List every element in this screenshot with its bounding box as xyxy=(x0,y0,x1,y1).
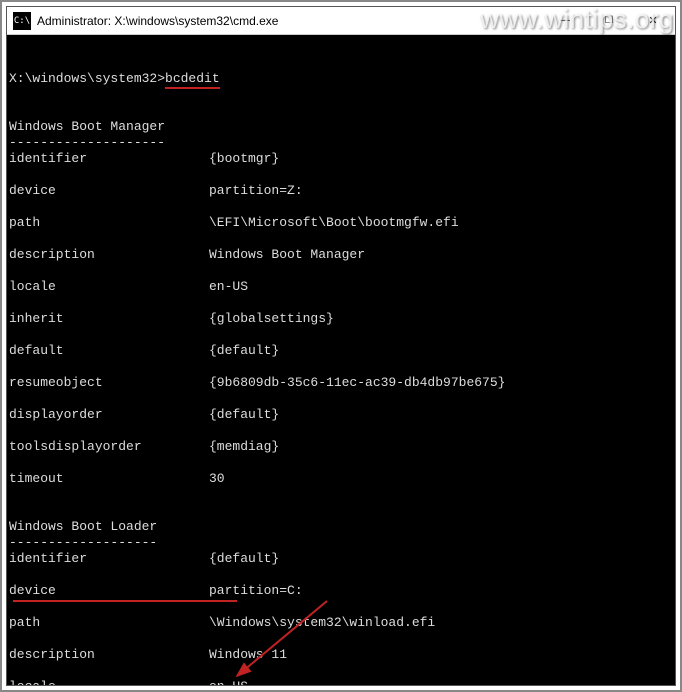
maximize-button[interactable] xyxy=(587,7,631,34)
terminal-output[interactable]: X:\windows\system32>bcdedit Windows Boot… xyxy=(7,35,675,685)
prompt-path: X:\windows\system32> xyxy=(9,71,165,86)
blank-line xyxy=(9,55,17,70)
kv-row: path\EFI\Microsoft\Boot\bootmgfw.efi xyxy=(9,215,673,231)
annotation-line xyxy=(13,600,237,602)
kv-row: localeen-US xyxy=(9,679,673,685)
section-divider: -------------------- xyxy=(9,135,165,150)
section-divider: ------------------- xyxy=(9,535,157,550)
titlebar: C:\ Administrator: X:\windows\system32\c… xyxy=(7,7,675,35)
kv-row: inherit{globalsettings} xyxy=(9,311,673,327)
kv-row: resumeobject{9b6809db-35c6-11ec-ac39-db4… xyxy=(9,375,673,391)
kv-row: identifier{bootmgr} xyxy=(9,151,673,167)
kv-row: devicepartition=Z: xyxy=(9,183,673,199)
kv-row: toolsdisplayorder{memdiag} xyxy=(9,439,673,455)
close-button[interactable] xyxy=(631,7,675,34)
blank-line xyxy=(9,103,17,118)
kv-row: devicepartition=C: xyxy=(9,583,673,599)
kv-row: descriptionWindows Boot Manager xyxy=(9,247,673,263)
kv-row: identifier{default} xyxy=(9,551,673,567)
annotation-arrow-icon xyxy=(217,591,347,685)
kv-row: descriptionWindows 11 xyxy=(9,647,673,663)
kv-row: path\Windows\system32\winload.efi xyxy=(9,615,673,631)
kv-row: default{default} xyxy=(9,343,673,359)
kv-row: timeout30 xyxy=(9,471,673,487)
kv-row: localeen-US xyxy=(9,279,673,295)
command-bcdedit: bcdedit xyxy=(165,71,220,89)
window-controls xyxy=(543,7,675,34)
kv-row: displayorder{default} xyxy=(9,407,673,423)
minimize-button[interactable] xyxy=(543,7,587,34)
cmd-window: C:\ Administrator: X:\windows\system32\c… xyxy=(6,6,676,686)
cmd-icon: C:\ xyxy=(13,12,31,30)
window-title: Administrator: X:\windows\system32\cmd.e… xyxy=(37,14,543,28)
section-header: Windows Boot Loader xyxy=(9,519,157,534)
section-header: Windows Boot Manager xyxy=(9,119,165,134)
blank-line xyxy=(9,503,17,518)
